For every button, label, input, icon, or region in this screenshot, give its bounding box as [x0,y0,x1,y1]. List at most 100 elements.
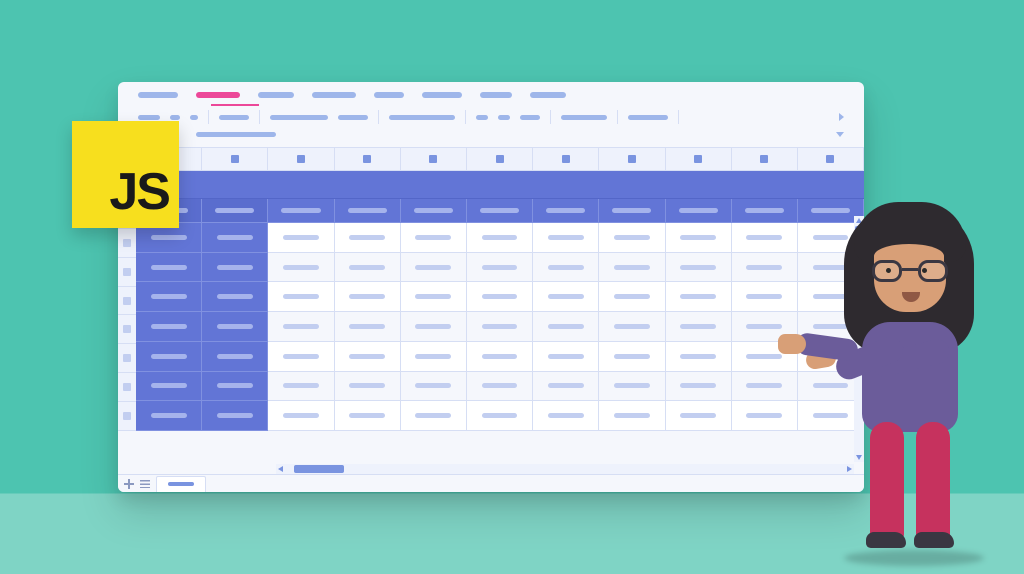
column-header[interactable] [798,148,864,170]
row-header[interactable] [118,344,136,373]
cell[interactable] [202,312,268,342]
cell[interactable] [666,342,732,372]
header-cell[interactable] [732,199,798,223]
cell[interactable] [335,223,401,253]
header-cell[interactable] [599,199,665,223]
cell[interactable] [335,372,401,402]
column-header[interactable] [732,148,798,170]
cell[interactable] [467,282,533,312]
cell[interactable] [599,253,665,283]
cell[interactable] [533,312,599,342]
toolbar-button[interactable] [138,115,160,120]
column-header[interactable] [268,148,334,170]
cell[interactable] [202,342,268,372]
cell[interactable] [599,401,665,431]
toolbar-button[interactable] [476,115,488,120]
horizontal-scrollbar[interactable] [276,464,854,474]
cell[interactable] [533,342,599,372]
cell[interactable] [268,282,334,312]
tab-item[interactable] [480,92,512,98]
cell[interactable] [732,223,798,253]
cell[interactable] [268,312,334,342]
cell[interactable] [732,253,798,283]
cell[interactable] [533,223,599,253]
cell[interactable] [666,253,732,283]
cell[interactable] [732,282,798,312]
tab-item[interactable] [258,92,294,98]
cell[interactable] [268,223,334,253]
tab-item[interactable] [530,92,566,98]
cell[interactable] [268,342,334,372]
cell[interactable] [335,342,401,372]
cell[interactable] [335,312,401,342]
cell[interactable] [467,223,533,253]
tab-item[interactable] [374,92,404,98]
cell[interactable] [666,401,732,431]
cell[interactable] [401,342,467,372]
toolbar-button[interactable] [190,115,198,120]
cell[interactable] [401,282,467,312]
header-cell[interactable] [335,199,401,223]
cell[interactable] [467,253,533,283]
cell[interactable] [599,372,665,402]
cell[interactable] [136,372,202,402]
tab-item-active[interactable] [196,92,240,98]
expand-icon[interactable] [836,132,844,137]
cell[interactable] [202,372,268,402]
cell[interactable] [136,253,202,283]
cell[interactable] [335,401,401,431]
header-cell[interactable] [202,199,268,223]
sheet-tab[interactable] [156,476,206,492]
cell[interactable] [467,401,533,431]
cell[interactable] [136,401,202,431]
toolbar-button[interactable] [561,115,607,120]
column-header[interactable] [202,148,268,170]
cell[interactable] [401,372,467,402]
cell[interactable] [401,401,467,431]
cell[interactable] [666,372,732,402]
toolbar-button[interactable] [628,115,668,120]
toolbar-button[interactable] [520,115,540,120]
overflow-icon[interactable] [839,113,844,121]
column-header[interactable] [467,148,533,170]
cell[interactable] [335,282,401,312]
cell[interactable] [666,282,732,312]
header-cell[interactable] [268,199,334,223]
column-header[interactable] [533,148,599,170]
cell[interactable] [136,282,202,312]
cell[interactable] [599,342,665,372]
toolbar-button[interactable] [170,115,180,120]
cell[interactable] [136,342,202,372]
tab-item[interactable] [422,92,462,98]
row-header[interactable] [118,229,136,258]
header-cell[interactable] [533,199,599,223]
toolbar-button[interactable] [270,115,328,120]
cell[interactable] [202,223,268,253]
row-header[interactable] [118,373,136,402]
cell[interactable] [533,282,599,312]
cell[interactable] [533,253,599,283]
column-header[interactable] [599,148,665,170]
toolbar-button[interactable] [389,115,455,120]
row-header[interactable] [118,287,136,316]
column-header[interactable] [666,148,732,170]
cell[interactable] [467,372,533,402]
cell[interactable] [202,282,268,312]
spreadsheet-grid[interactable] [136,171,864,431]
tab-item[interactable] [312,92,356,98]
cell[interactable] [401,312,467,342]
cell[interactable] [136,312,202,342]
cell[interactable] [732,372,798,402]
cell[interactable] [732,401,798,431]
cell[interactable] [599,223,665,253]
row-header[interactable] [118,402,136,431]
cell[interactable] [401,253,467,283]
cell[interactable] [202,401,268,431]
cell[interactable] [533,401,599,431]
column-header[interactable] [401,148,467,170]
cell[interactable] [268,401,334,431]
tab-item[interactable] [138,92,178,98]
row-header[interactable] [118,315,136,344]
column-header[interactable] [335,148,401,170]
cell[interactable] [467,342,533,372]
